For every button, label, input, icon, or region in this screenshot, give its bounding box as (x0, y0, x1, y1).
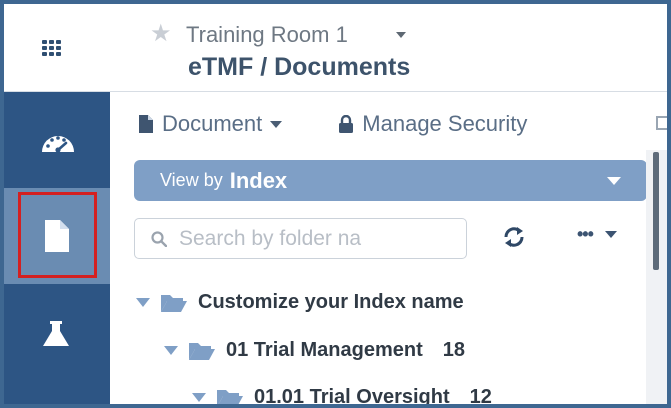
tree-node-count: 18 (442, 339, 465, 361)
search-icon (151, 230, 167, 247)
chevron-down-icon (607, 177, 621, 185)
document-menu-label: Document (162, 111, 263, 136)
folder-open-icon (217, 389, 243, 404)
tree-node-label: Customize your Index name (198, 291, 464, 313)
view-by-dropdown[interactable]: View by Index (134, 160, 647, 201)
search-box[interactable] (134, 218, 467, 259)
folder-open-icon (161, 294, 187, 312)
expand-caret-icon[interactable] (192, 393, 206, 402)
dashboard-icon (42, 136, 74, 153)
folder-open-icon (189, 342, 215, 360)
tree-node-count: 12 (469, 386, 492, 408)
chevron-down-icon (270, 120, 283, 128)
search-input[interactable] (179, 226, 459, 251)
highlight-box (18, 192, 97, 278)
app-window: ★ Training Room 1 eTMF / Documents Docum… (0, 0, 671, 408)
ellipsis-icon: ••• (577, 224, 594, 244)
main-panel: Document Manage Security View by Index S… (110, 92, 667, 408)
more-options-button[interactable]: ••• (577, 224, 617, 244)
favorite-star-icon[interactable]: ★ (150, 22, 172, 46)
manage-security-label: Manage Security (362, 111, 528, 136)
scrollbar-thumb[interactable] (653, 152, 659, 270)
clipped-toolbar-icon[interactable] (656, 116, 667, 130)
view-by-value: Index (229, 167, 288, 193)
app-grid-icon[interactable] (42, 40, 62, 56)
toolbar: Document Manage Security (138, 109, 583, 139)
manage-security-button[interactable]: Manage Security (338, 111, 527, 137)
workspace-selector[interactable]: Training Room 1 (186, 22, 348, 48)
flask-icon (43, 321, 69, 346)
document-menu-button[interactable]: Document (138, 111, 283, 137)
sidebar-item-lab[interactable] (4, 284, 110, 380)
expand-caret-icon[interactable] (164, 346, 178, 355)
view-by-label: View by (160, 170, 223, 190)
tree-node-label: 01 Trial Management (226, 339, 423, 361)
tree-node-root[interactable]: Customize your Index name (136, 291, 464, 314)
header-bar: ★ Training Room 1 eTMF / Documents (4, 4, 667, 92)
sidebar-item-dashboard[interactable] (4, 92, 110, 188)
tree-node-level2[interactable]: 01.01 Trial Oversight 12 (192, 386, 492, 408)
tree-node-label: 01.01 Trial Oversight (254, 386, 450, 408)
workspace-caret-icon[interactable] (396, 32, 406, 38)
chevron-down-icon (604, 230, 617, 238)
tree-node-level1[interactable]: 01 Trial Management 18 (164, 339, 465, 362)
refresh-icon[interactable] (502, 226, 526, 248)
lock-icon (339, 114, 354, 133)
document-small-icon (139, 115, 153, 133)
page-title: eTMF / Documents (188, 53, 411, 81)
expand-caret-icon[interactable] (136, 298, 150, 307)
